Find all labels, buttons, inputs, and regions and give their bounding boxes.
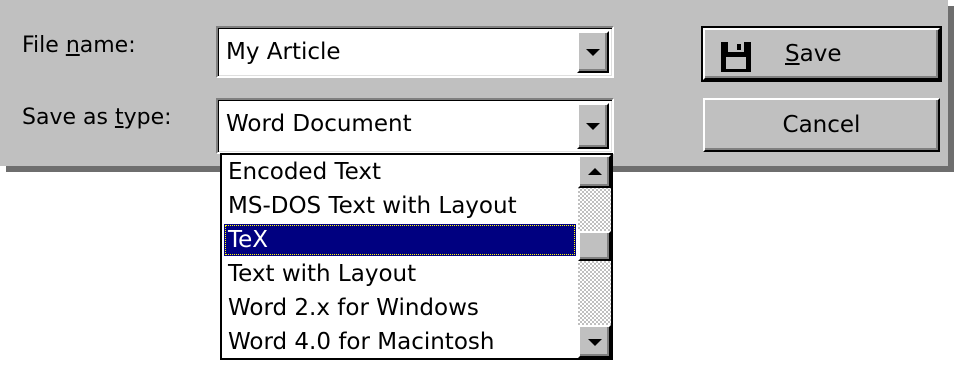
save-as-type-label-text: Save as bbox=[22, 105, 115, 130]
save-as-type-label-accel: t bbox=[114, 105, 124, 130]
save-as-type-label-text-end: ype: bbox=[123, 105, 172, 130]
file-name-dropdown-button[interactable] bbox=[577, 31, 609, 73]
scrollbar-thumb[interactable] bbox=[578, 231, 611, 261]
file-name-label: File name: bbox=[22, 32, 136, 60]
floppy-disk-icon bbox=[721, 42, 751, 72]
save-as-type-label: Save as type: bbox=[22, 104, 172, 132]
list-item[interactable]: Word 4.0 for Macintosh bbox=[224, 326, 576, 358]
save-as-type-listbox[interactable]: Encoded Text MS-DOS Text with Layout TeX… bbox=[220, 153, 613, 360]
chevron-down-icon bbox=[586, 123, 600, 130]
save-dialog-panel: File name: My Article Save as type: Word… bbox=[0, 0, 948, 166]
vertical-scrollbar[interactable] bbox=[578, 155, 611, 358]
scroll-down-arrow-icon bbox=[587, 338, 602, 346]
cancel-button-label: Cancel bbox=[782, 112, 861, 138]
file-name-label-text-end: ame: bbox=[79, 33, 136, 58]
chevron-down-icon bbox=[586, 49, 600, 56]
scroll-up-button[interactable] bbox=[578, 155, 611, 188]
file-name-value: My Article bbox=[226, 39, 341, 65]
file-name-field[interactable]: My Article bbox=[216, 26, 614, 78]
save-button-label: Save bbox=[785, 40, 841, 68]
save-button[interactable]: Save bbox=[701, 26, 942, 82]
scroll-up-arrow-icon bbox=[587, 167, 602, 175]
list-item[interactable]: MS-DOS Text with Layout bbox=[224, 190, 576, 222]
list-item[interactable]: Encoded Text bbox=[224, 156, 576, 188]
scroll-down-button[interactable] bbox=[578, 325, 611, 358]
save-as-type-select[interactable]: Word Document bbox=[216, 98, 614, 154]
list-item-selected[interactable]: TeX bbox=[224, 224, 576, 256]
cancel-button[interactable]: Cancel bbox=[703, 98, 940, 152]
save-button-accel: S bbox=[785, 41, 800, 67]
save-as-type-dropdown-button[interactable] bbox=[577, 103, 609, 149]
list-item[interactable]: Text with Layout bbox=[224, 258, 576, 290]
save-as-type-value: Word Document bbox=[226, 111, 412, 137]
file-name-label-accel: n bbox=[65, 33, 80, 58]
list-item[interactable]: Word 2.x for Windows bbox=[224, 292, 576, 324]
save-button-text: ave bbox=[799, 41, 842, 67]
file-name-label-text: File bbox=[22, 33, 66, 58]
